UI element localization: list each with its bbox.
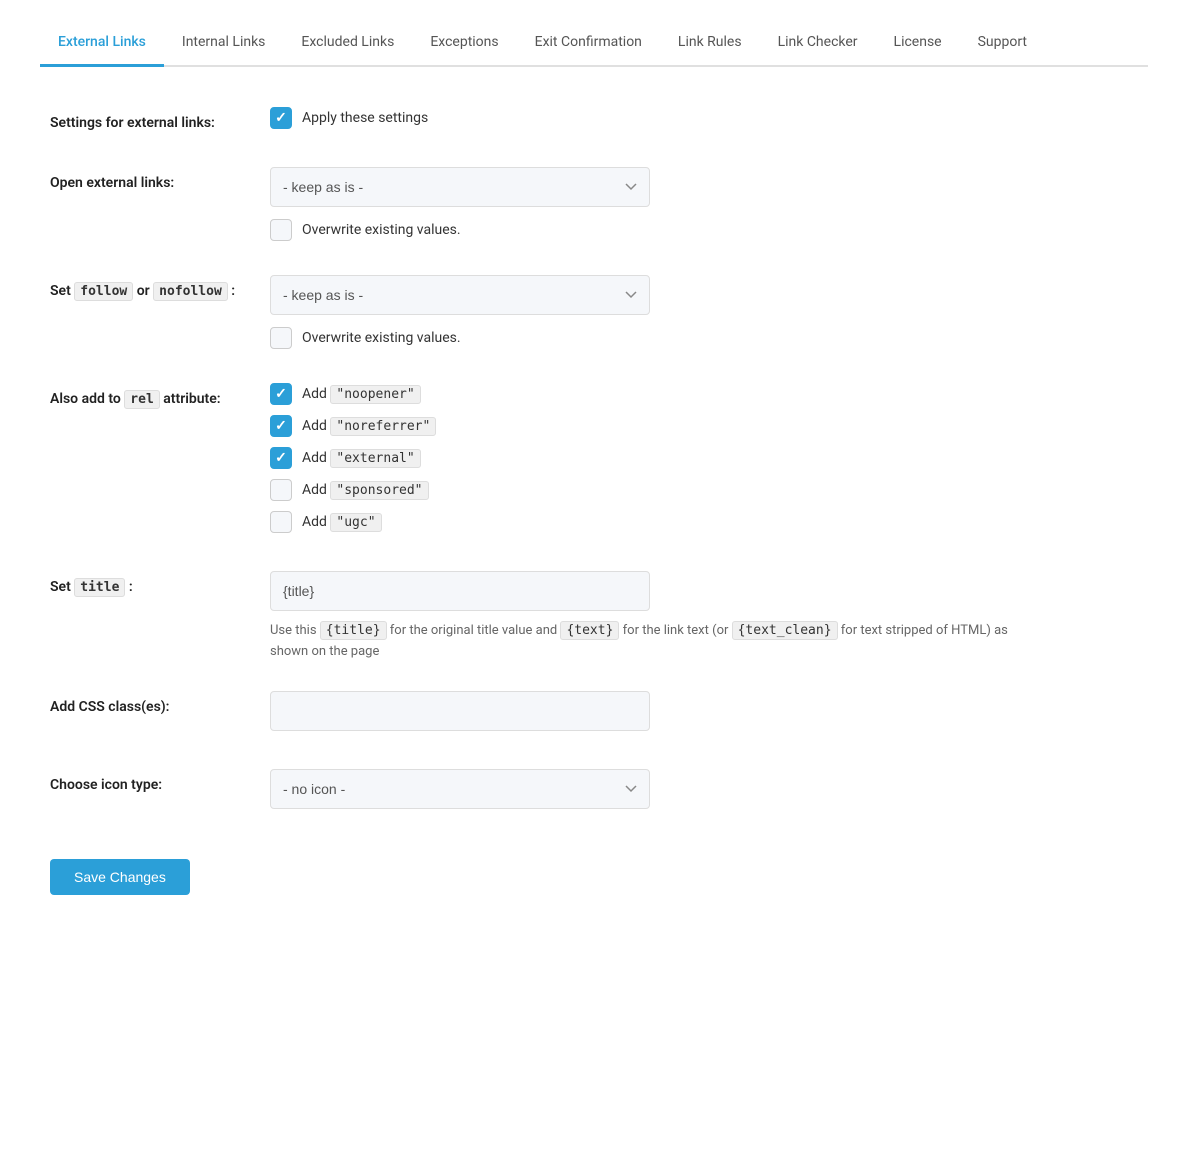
apply-settings-checkbox-row: Apply these settings [270, 107, 1138, 129]
apply-settings-checkbox[interactable] [270, 107, 292, 129]
open-external-links-label: Open external links: [50, 167, 270, 194]
css-class-row: Add CSS class(es): [40, 691, 1148, 741]
apply-settings-row: Settings for external links: Apply these… [40, 107, 1148, 139]
overwrite-existing-2-row: Overwrite existing values. [270, 327, 1138, 349]
open-external-links-row: Open external links: - keep as is - In t… [40, 167, 1148, 247]
save-changes-button[interactable]: Save Changes [50, 859, 190, 895]
apply-settings-label: Settings for external links: [50, 107, 270, 134]
overwrite-existing-2-checkbox[interactable] [270, 327, 292, 349]
tab-internal-links[interactable]: Internal Links [164, 20, 284, 67]
noopener-checkbox[interactable] [270, 383, 292, 405]
css-class-input[interactable] [270, 691, 650, 731]
save-changes-section: Save Changes [40, 849, 1148, 895]
ugc-row: Add "ugc" [270, 511, 1138, 533]
set-title-label: Set title : [50, 571, 270, 598]
icon-type-label: Choose icon type: [50, 769, 270, 796]
tab-external-links[interactable]: External Links [40, 20, 164, 67]
nofollow-code: nofollow [153, 282, 228, 301]
overwrite-existing-1-checkbox[interactable] [270, 219, 292, 241]
external-checkbox[interactable] [270, 447, 292, 469]
set-title-help: Use this {title} for the original title … [270, 621, 1030, 663]
external-label: Add "external" [302, 450, 421, 466]
rel-code: rel [124, 390, 159, 409]
set-rel-control: - keep as is - follow nofollow Overwrite… [270, 275, 1138, 355]
external-row: Add "external" [270, 447, 1138, 469]
rel-attribute-control: Add "noopener" Add "noreferrer" Add "ext… [270, 383, 1138, 543]
rel-attribute-row: Also add to rel attribute: Add "noopener… [40, 383, 1148, 543]
ugc-checkbox[interactable] [270, 511, 292, 533]
set-rel-row: Set follow or nofollow : - keep as is - … [40, 275, 1148, 355]
apply-settings-control: Apply these settings [270, 107, 1138, 139]
set-title-input[interactable] [270, 571, 650, 611]
open-external-links-select[interactable]: - keep as is - In the same tab/window In… [270, 167, 650, 207]
follow-code: follow [74, 282, 133, 301]
tab-license[interactable]: License [876, 20, 960, 67]
css-class-control [270, 691, 1138, 741]
title-code: title [74, 578, 125, 597]
open-external-links-control: - keep as is - In the same tab/window In… [270, 167, 1138, 247]
overwrite-existing-1-row: Overwrite existing values. [270, 219, 1138, 241]
icon-type-control: - no icon - External icon Custom icon [270, 769, 1138, 821]
rel-attribute-label: Also add to rel attribute: [50, 383, 270, 410]
apply-settings-checkbox-label: Apply these settings [302, 110, 428, 126]
noreferrer-label: Add "noreferrer" [302, 418, 436, 434]
set-rel-select[interactable]: - keep as is - follow nofollow [270, 275, 650, 315]
sponsored-row: Add "sponsored" [270, 479, 1138, 501]
icon-type-select[interactable]: - no icon - External icon Custom icon [270, 769, 650, 809]
overwrite-existing-2-label: Overwrite existing values. [302, 330, 461, 346]
tabs-navigation: External Links Internal Links Excluded L… [40, 20, 1148, 67]
tab-excluded-links[interactable]: Excluded Links [283, 20, 412, 67]
settings-section: Settings for external links: Apply these… [40, 97, 1148, 905]
noreferrer-checkbox[interactable] [270, 415, 292, 437]
noopener-label: Add "noopener" [302, 386, 421, 402]
tab-link-rules[interactable]: Link Rules [660, 20, 760, 67]
tab-exceptions[interactable]: Exceptions [412, 20, 516, 67]
set-title-control: Use this {title} for the original title … [270, 571, 1138, 663]
tab-exit-confirmation[interactable]: Exit Confirmation [517, 20, 660, 67]
sponsored-label: Add "sponsored" [302, 482, 429, 498]
set-rel-label: Set follow or nofollow : [50, 275, 270, 302]
tab-link-checker[interactable]: Link Checker [760, 20, 876, 67]
sponsored-checkbox[interactable] [270, 479, 292, 501]
css-class-label: Add CSS class(es): [50, 691, 270, 718]
set-title-row: Set title : Use this {title} for the ori… [40, 571, 1148, 663]
noopener-row: Add "noopener" [270, 383, 1138, 405]
ugc-label: Add "ugc" [302, 514, 382, 530]
tab-support[interactable]: Support [960, 20, 1045, 67]
noreferrer-row: Add "noreferrer" [270, 415, 1138, 437]
overwrite-existing-1-label: Overwrite existing values. [302, 222, 461, 238]
icon-type-row: Choose icon type: - no icon - External i… [40, 769, 1148, 821]
